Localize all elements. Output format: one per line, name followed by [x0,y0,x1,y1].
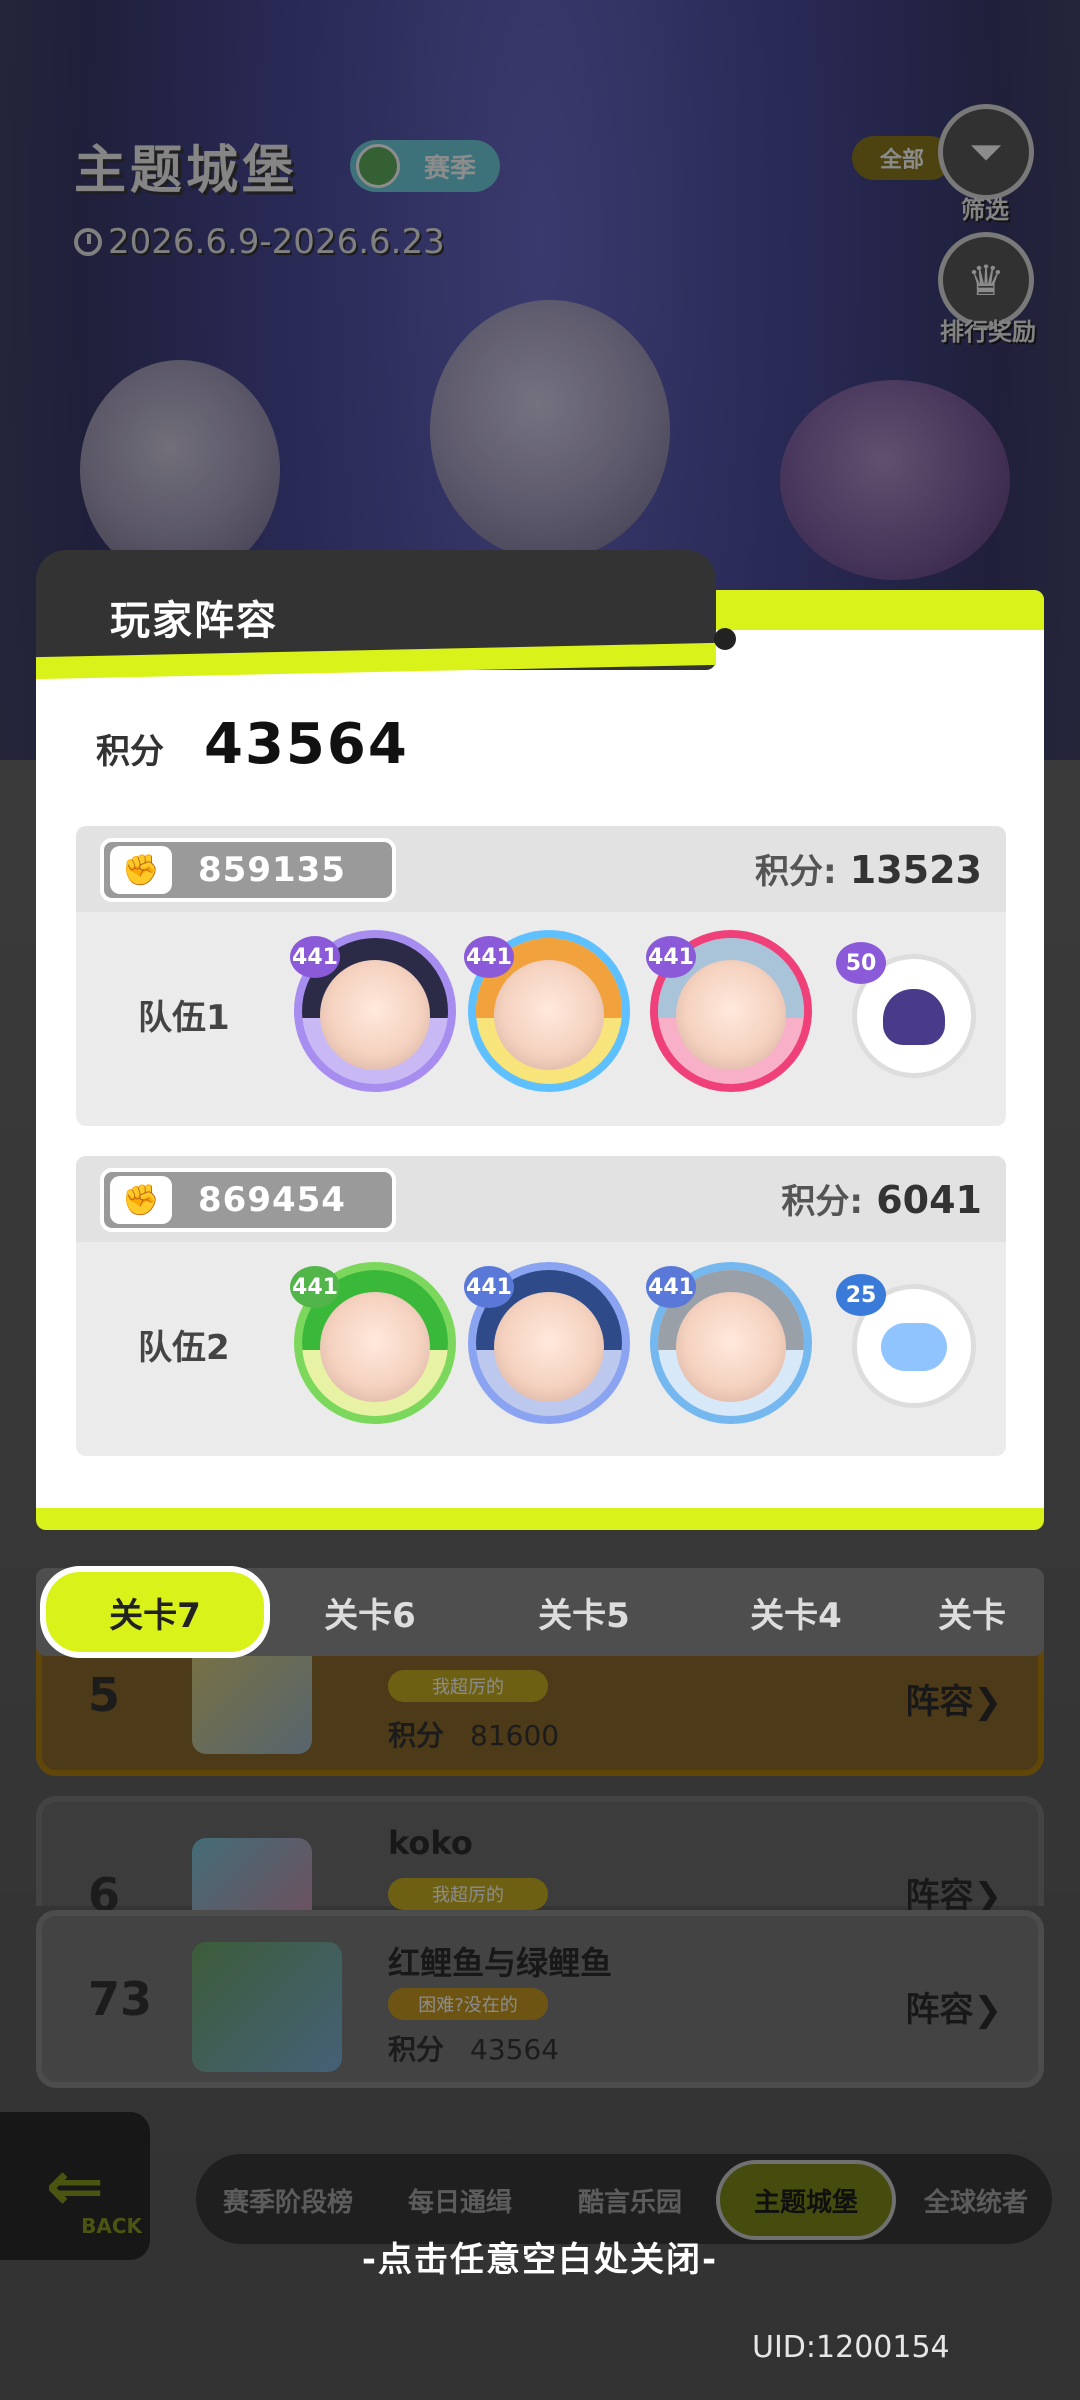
team-card: ✊ 869454 积分: 6041 队伍2 441 441 441 25 [76,1156,1006,1456]
team-score-value: 13523 [849,848,982,892]
uid-label: UID:1200154 [752,2330,950,2365]
tab-stage-7[interactable]: 关卡7 [40,1566,270,1658]
tab-stage-6[interactable]: 关卡6 [300,1574,440,1650]
team-score: 积分: 13523 [755,844,982,893]
tab-stage-5[interactable]: 关卡5 [514,1574,654,1650]
fist-icon: ✊ [110,1176,172,1224]
hero-level: 441 [464,936,514,978]
hero-level: 441 [646,1266,696,1308]
team-id-badge: ✊ 869454 [100,1168,396,1232]
modal-header-accent [660,590,1044,630]
team-score-label: 积分: [781,1182,863,1222]
team-id: 869454 [198,1180,346,1220]
decor-dot [714,628,736,650]
close-hint: -点击任意空白处关闭- [361,2240,719,2280]
team-card: ✊ 859135 积分: 13523 队伍1 441 441 441 50 [76,826,1006,1126]
total-score-value: 43564 [204,712,409,777]
total-score-label: 积分 [96,732,164,772]
team-score-value: 6041 [876,1178,982,1222]
tab-stage-4[interactable]: 关卡4 [726,1574,866,1650]
pet-level: 50 [836,942,886,984]
pet-level: 25 [836,1274,886,1316]
pet-figure [881,1323,947,1371]
team-id: 859135 [198,850,346,890]
hero-level: 441 [290,936,340,978]
hero-face [320,1292,430,1402]
total-score: 积分 43564 [96,712,409,777]
hero-face [676,960,786,1070]
team-score: 积分: 6041 [781,1174,982,1223]
hero-face [494,960,604,1070]
team-name: 队伍1 [138,998,230,1038]
hero-level: 441 [464,1266,514,1308]
team-score-label: 积分: [754,852,837,892]
hero-face [676,1292,786,1402]
hero-face [494,1292,604,1402]
team-name: 队伍2 [138,1328,230,1368]
pet-figure [883,989,945,1045]
modal-title: 玩家阵容 [110,598,278,644]
fist-icon: ✊ [110,846,172,894]
hero-level: 441 [646,936,696,978]
hero-level: 441 [290,1266,340,1308]
team-id-badge: ✊ 859135 [100,838,396,902]
tab-stage-more[interactable]: 关卡 [938,1574,1038,1650]
hero-face [320,960,430,1070]
